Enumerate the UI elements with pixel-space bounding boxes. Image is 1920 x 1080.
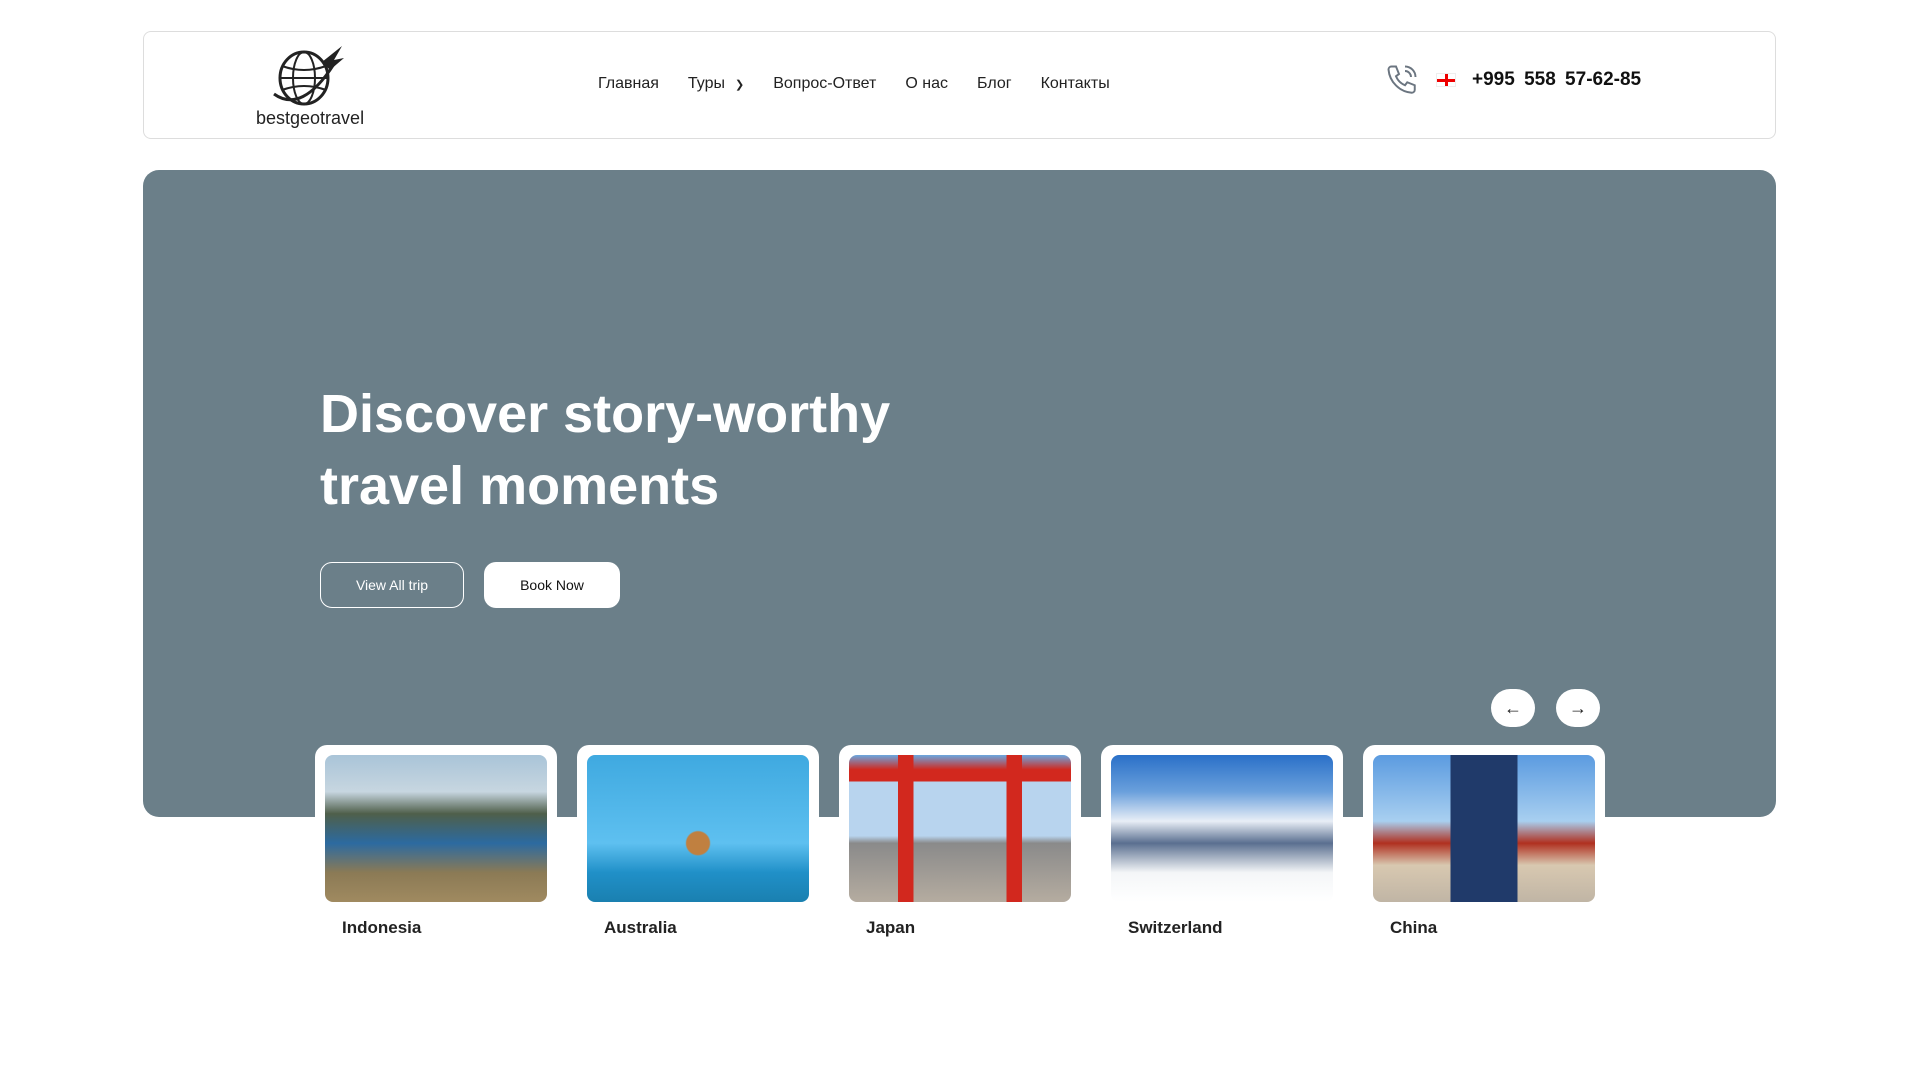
destination-image [1111, 755, 1333, 902]
phone-contact[interactable]: +995 558 57-62-85 [1384, 62, 1641, 98]
nav-tours[interactable]: Туры ❯ [688, 75, 744, 93]
phone-icon [1387, 65, 1417, 94]
prev-arrow-icon[interactable]: ← [1491, 689, 1535, 727]
destination-name: Australia [604, 918, 677, 937]
destination-card[interactable]: China [1363, 745, 1605, 945]
destination-name: Indonesia [342, 918, 422, 937]
destination-image [849, 755, 1071, 902]
destination-name: Japan [866, 918, 916, 937]
view-all-trips-button[interactable]: View All trip [320, 562, 464, 608]
globe-bird-logo-icon [273, 46, 344, 106]
nav-faq[interactable]: Вопрос-Ответ [773, 75, 876, 93]
destination-card[interactable]: Switzerland [1101, 745, 1343, 945]
nav-blog[interactable]: Блог [977, 75, 1012, 93]
book-now-button[interactable]: Book Now [484, 562, 620, 608]
destination-card[interactable]: Indonesia [315, 745, 557, 945]
logo[interactable]: bestgeotravel [256, 44, 365, 129]
destination-name: Switzerland [1128, 918, 1223, 937]
chevron-down-icon: ❯ [735, 78, 745, 91]
destination-card[interactable]: Japan [839, 745, 1081, 945]
main-nav: Главная Туры ❯ Вопрос-Ответ О нас Блог Ко… [598, 75, 1110, 93]
destination-image [1373, 755, 1595, 902]
destination-name: China [1390, 918, 1438, 937]
destination-image [587, 755, 809, 902]
hero-title: Discover story-worthy travel moments [320, 384, 891, 516]
destination-image [325, 755, 547, 902]
destination-carousel: Indonesia Australia Japan Switzerland Ch… [315, 745, 1605, 945]
nav-tours-label: Туры [687, 75, 725, 92]
destination-card[interactable]: Australia [577, 745, 819, 945]
site-header: bestgeotravel Главная Туры ❯ Вопрос-Ответ… [143, 31, 1776, 139]
next-arrow-icon[interactable]: → [1556, 689, 1600, 727]
hero-banner: Discover story-worthy travel moments Vie… [143, 170, 1776, 817]
nav-home[interactable]: Главная [598, 75, 659, 93]
logo-text: bestgeotravel [256, 108, 365, 128]
nav-contacts[interactable]: Контакты [1041, 75, 1110, 93]
phone-number[interactable]: +995 558 57-62-85 [1472, 69, 1641, 91]
nav-about[interactable]: О нас [905, 75, 948, 93]
georgia-flag-icon [1436, 73, 1456, 87]
